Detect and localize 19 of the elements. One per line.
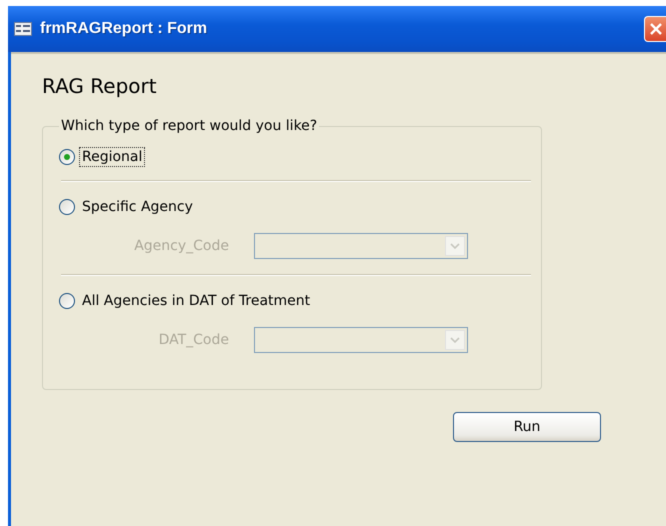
radio-button[interactable] [59, 293, 75, 309]
radio-label[interactable]: All Agencies in DAT of Treatment [79, 291, 314, 311]
form-heading: RAG Report [42, 74, 158, 100]
field-label: Agency_Code [133, 238, 229, 254]
combo-box[interactable] [254, 327, 468, 353]
form-icon [14, 22, 32, 36]
field-label: DAT_Code [158, 332, 229, 348]
radio-button[interactable] [59, 199, 75, 215]
window-title: frmRAGReport : Form [40, 20, 208, 38]
chevron-down-icon [450, 337, 460, 343]
chevron-down-icon [450, 243, 460, 249]
combo-box[interactable] [254, 233, 468, 259]
radio-label[interactable]: Regional [79, 147, 146, 167]
radio-label[interactable]: Specific Agency [79, 197, 196, 217]
radio-button[interactable] [59, 149, 75, 165]
group-legend: Which type of report would you like? [61, 118, 318, 134]
close-button[interactable] [644, 16, 666, 42]
run-button[interactable]: Run [453, 412, 601, 442]
close-icon [648, 22, 662, 36]
